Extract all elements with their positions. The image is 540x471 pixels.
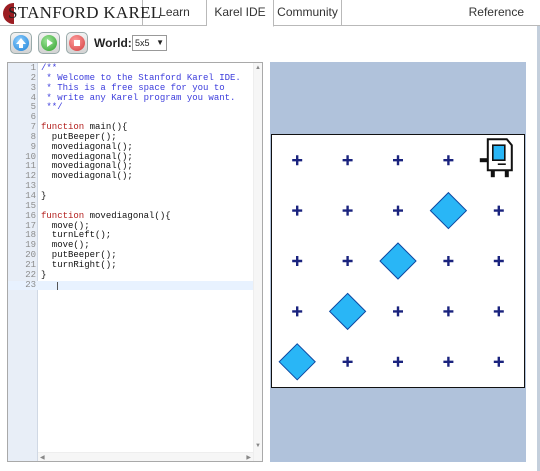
code-line[interactable]: 13 — [8, 181, 262, 192]
corner-marker — [443, 155, 454, 166]
karel-robot-icon — [479, 138, 513, 178]
brand-text: STANFORD KAREL — [8, 3, 162, 22]
world-canvas — [278, 138, 513, 381]
scroll-up-icon[interactable]: ▲ — [255, 65, 261, 71]
corner-marker — [393, 155, 403, 166]
corner-marker — [342, 155, 353, 166]
tab-community[interactable]: Community — [274, 0, 342, 26]
corner-marker — [443, 306, 454, 317]
code-text: movediagonal(); — [41, 171, 133, 182]
code-line[interactable]: 22} — [8, 269, 262, 281]
upload-button[interactable] — [10, 32, 32, 54]
stop-icon — [69, 35, 85, 51]
corner-marker — [393, 356, 403, 367]
code-text: **/ — [41, 102, 63, 113]
world-select[interactable]: 5x5 ▼ — [132, 35, 167, 51]
corner-marker — [292, 306, 303, 317]
code-line[interactable]: 14} — [8, 190, 262, 202]
world-label: World: — [94, 36, 132, 50]
stop-button[interactable] — [66, 32, 88, 54]
toolbar: World: 5x5 ▼ — [10, 31, 310, 57]
horizontal-scrollbar[interactable]: ◀ ▶ — [38, 452, 253, 461]
corner-marker — [393, 306, 403, 317]
stanford-karel-logo[interactable]: STANFORD KAREL — [0, 0, 161, 26]
vertical-scrollbar[interactable]: ▲ ▼ — [253, 63, 262, 461]
keyword: function — [41, 122, 85, 133]
code-text: turnRight(); — [41, 259, 117, 270]
scroll-left-icon[interactable]: ◀ — [40, 454, 45, 461]
arrow-up-icon — [13, 35, 29, 51]
scroll-right-icon[interactable]: ▶ — [246, 454, 251, 461]
beeper — [328, 292, 367, 331]
karel-world-grid — [271, 134, 525, 388]
corner-marker — [443, 356, 454, 367]
code-line[interactable]: 21 turnRight(); — [8, 259, 262, 271]
top-nav: STANFORD KAREL Learn Karel IDE Community… — [0, 0, 540, 27]
line-number: 23 — [25, 279, 36, 290]
world-panel — [270, 62, 526, 462]
corner-marker — [292, 205, 303, 216]
corner-marker — [493, 356, 504, 367]
corner-marker — [342, 205, 353, 216]
corner-marker — [393, 205, 403, 216]
corner-marker — [493, 205, 504, 216]
tab-karel-ide[interactable]: Karel IDE — [207, 0, 274, 27]
play-icon — [41, 35, 57, 51]
corner-marker — [292, 155, 303, 166]
tab-reference[interactable]: Reference — [469, 0, 524, 26]
code-line[interactable]: 23 — [8, 279, 262, 291]
beeper — [379, 242, 417, 280]
text-caret — [57, 281, 58, 290]
code-text: * write any Karel program you want. — [41, 92, 236, 103]
code-line[interactable]: 5 **/ — [8, 103, 262, 113]
scroll-down-icon[interactable]: ▼ — [255, 443, 261, 449]
corner-marker — [342, 256, 353, 266]
beeper — [278, 343, 316, 381]
corner-marker — [292, 256, 303, 266]
world-select-value: 5x5 — [135, 38, 150, 48]
tab-learn[interactable]: Learn — [143, 0, 207, 26]
corner-marker — [493, 306, 504, 317]
code-editor[interactable]: 1/** 2 * Welcome to the Stanford Karel ID… — [7, 62, 263, 462]
code-text: } — [41, 269, 47, 280]
corner-marker — [342, 356, 353, 367]
beeper — [429, 191, 468, 230]
code-text: } — [41, 190, 47, 201]
chevron-down-icon: ▼ — [156, 38, 164, 47]
corner-marker — [443, 256, 454, 266]
code-line[interactable]: 12 movediagonal(); — [8, 171, 262, 182]
keyword: function — [41, 210, 85, 221]
corner-marker — [493, 256, 504, 266]
run-button[interactable] — [38, 32, 60, 54]
code-lines: 1/** 2 * Welcome to the Stanford Karel ID… — [8, 63, 262, 291]
